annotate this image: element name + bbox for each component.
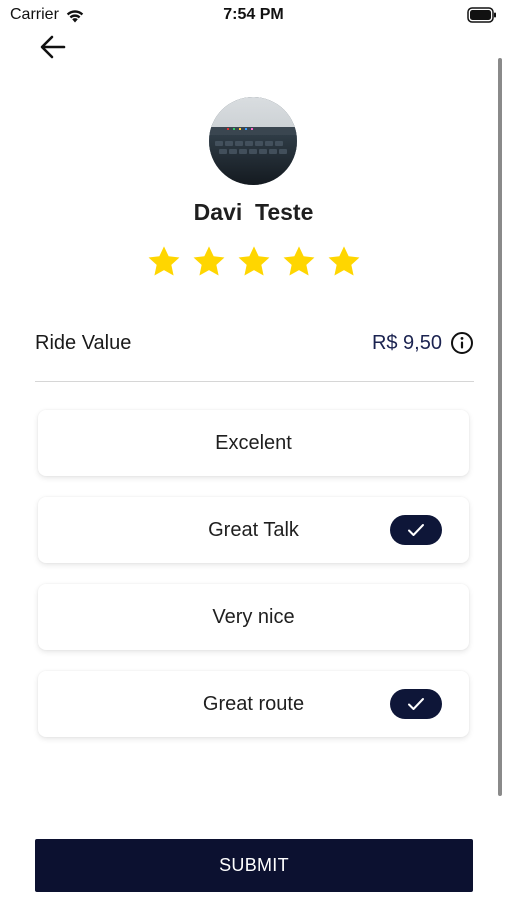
option-great-route[interactable]: Great route bbox=[38, 671, 469, 737]
info-icon[interactable] bbox=[450, 331, 474, 355]
rating-stars bbox=[0, 244, 507, 280]
scrollbar[interactable] bbox=[498, 58, 502, 796]
star-icon[interactable] bbox=[326, 244, 362, 280]
star-icon[interactable] bbox=[281, 244, 317, 280]
checkmark-icon bbox=[408, 524, 424, 536]
ride-value-row: Ride Value R$ 9,50 bbox=[35, 328, 474, 358]
star-icon[interactable] bbox=[191, 244, 227, 280]
arrow-left-icon bbox=[40, 35, 66, 59]
driver-avatar bbox=[209, 97, 297, 185]
option-excelent[interactable]: Excelent bbox=[38, 410, 469, 476]
rate-driver-screen: Carrier 7:54 PM Davi Teste Ride Value R$… bbox=[0, 0, 507, 900]
ride-value-group: R$ 9,50 bbox=[372, 331, 474, 355]
option-label: Excelent bbox=[215, 431, 292, 454]
selected-badge[interactable] bbox=[390, 689, 442, 719]
checkmark-icon bbox=[408, 698, 424, 710]
star-icon[interactable] bbox=[236, 244, 272, 280]
star-icon[interactable] bbox=[146, 244, 182, 280]
ride-value-amount: R$ 9,50 bbox=[371, 331, 442, 354]
back-button[interactable] bbox=[36, 32, 70, 62]
divider bbox=[35, 381, 474, 382]
driver-name: Davi Teste bbox=[193, 199, 314, 225]
submit-button[interactable]: SUBMIT bbox=[35, 839, 473, 892]
option-label: Very nice bbox=[212, 605, 295, 628]
battery-icon bbox=[467, 7, 497, 23]
option-great-talk[interactable]: Great Talk bbox=[38, 497, 469, 563]
status-time: 7:54 PM bbox=[223, 6, 284, 23]
selected-badge[interactable] bbox=[390, 515, 442, 545]
ride-value-label: Ride Value bbox=[35, 331, 132, 354]
option-very-nice[interactable]: Very nice bbox=[38, 584, 469, 650]
status-bar: Carrier 7:54 PM bbox=[0, 0, 507, 30]
